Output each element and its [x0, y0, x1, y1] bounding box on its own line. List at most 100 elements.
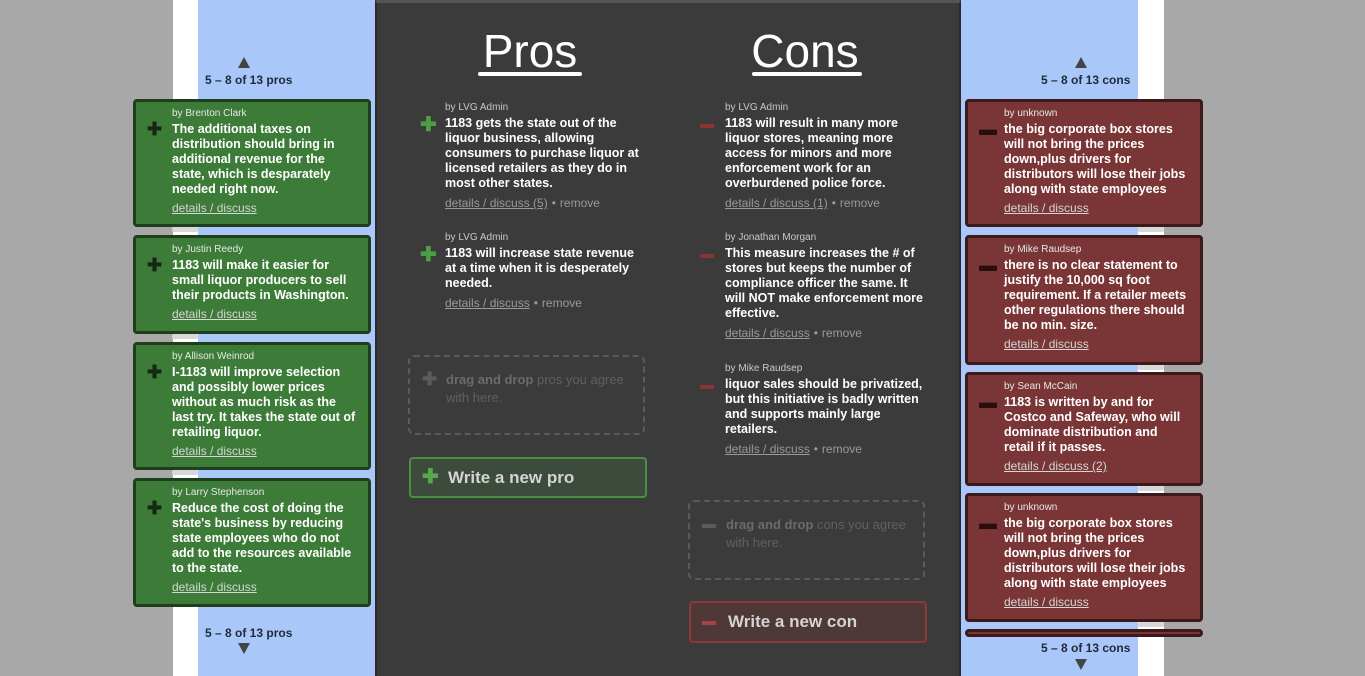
scroll-handle: [172, 470, 198, 475]
card-author: by Mike Raudsep: [1004, 244, 1082, 255]
details-discuss-link[interactable]: details / discuss (2): [1004, 459, 1107, 473]
con-card[interactable]: ▬ by Mike Raudsep there is no clear stat…: [965, 235, 1203, 365]
card-text: there is no clear statement to justify t…: [1004, 258, 1187, 332]
item-text: liquor sales should be privatized, but t…: [725, 377, 923, 436]
item-text: 1183 gets the state out of the liquor bu…: [445, 116, 639, 190]
scroll-handle: [172, 227, 198, 232]
card-text: Reduce the cost of doing the state's bus…: [172, 501, 352, 575]
plus-icon: ✚: [147, 119, 163, 139]
details-discuss-link[interactable]: details / discuss: [172, 444, 257, 458]
item-author: by LVG Admin: [445, 102, 509, 113]
scroll-handle: [1138, 622, 1164, 627]
pros-page-up-icon[interactable]: [238, 57, 250, 68]
minus-icon: [702, 621, 716, 625]
cons-pager-top: 5 – 8 of 13 cons: [1041, 73, 1131, 87]
card-author: by Allison Weinrod: [172, 351, 255, 362]
item-author: by LVG Admin: [725, 102, 789, 113]
board-con-item[interactable]: by LVG Admin 1183 will result in many mo…: [725, 102, 925, 210]
card-author: by Sean McCain: [1004, 381, 1078, 392]
plus-icon: ✚: [420, 244, 437, 266]
minus-icon: [700, 254, 714, 258]
con-card-next-partial: [965, 629, 1203, 637]
pro-card[interactable]: ✚ by Brenton Clark The additional taxes …: [133, 99, 371, 227]
minus-icon: [702, 524, 716, 528]
plus-icon: ✚: [147, 498, 163, 518]
details-discuss-link[interactable]: details / discuss: [445, 296, 530, 310]
plus-icon: ✚: [147, 255, 163, 275]
details-discuss-link[interactable]: details / discuss: [172, 201, 257, 215]
pro-card[interactable]: ✚ by Allison Weinrod I-1183 will improve…: [133, 342, 371, 470]
board-pro-item[interactable]: by LVG Admin 1183 gets the state out of …: [445, 102, 645, 210]
card-text: I-1183 will improve selection and possib…: [172, 365, 356, 439]
con-card[interactable]: ▬ by unknown the big corporate box store…: [965, 99, 1203, 227]
remove-link[interactable]: remove: [840, 196, 880, 210]
plus-icon: ✚: [147, 362, 163, 382]
details-discuss-link[interactable]: details / discuss: [1004, 595, 1089, 609]
card-text: the big corporate box stores will not br…: [1004, 516, 1186, 590]
separator: •: [533, 296, 538, 310]
minus-icon: [700, 124, 714, 128]
item-text: 1183 will result in many more liquor sto…: [725, 116, 898, 190]
card-text: the big corporate box stores will not br…: [1004, 122, 1186, 196]
cons-page-down-icon[interactable]: [1075, 659, 1087, 670]
scroll-handle: [1138, 365, 1164, 370]
card-author: by Justin Reedy: [172, 244, 244, 255]
card-author: by Brenton Clark: [172, 108, 247, 119]
item-text: This measure increases the # of stores b…: [725, 246, 923, 320]
con-card[interactable]: ▬ by Sean McCain 1183 is written by and …: [965, 372, 1203, 486]
cons-page-up-icon[interactable]: [1075, 57, 1087, 68]
cons-pager-bottom: 5 – 8 of 13 cons: [1041, 641, 1131, 655]
card-text: The additional taxes on distribution sho…: [172, 122, 335, 196]
plus-icon: ✚: [422, 466, 439, 488]
minus-icon: ▬: [979, 513, 997, 533]
separator: •: [831, 196, 836, 210]
details-discuss-link[interactable]: details / discuss: [172, 580, 257, 594]
drop-zone-strong: drag and drop: [726, 517, 814, 532]
pros-heading: Pros: [482, 25, 578, 77]
cons-heading-underline: [752, 72, 862, 76]
card-text: 1183 is written by and for Costco and Sa…: [1004, 395, 1181, 454]
pros-page-down-icon[interactable]: [238, 643, 250, 654]
remove-link[interactable]: remove: [822, 442, 862, 456]
details-discuss-link[interactable]: details / discuss: [172, 307, 257, 321]
plus-icon: ✚: [422, 369, 438, 389]
remove-link[interactable]: remove: [822, 326, 862, 340]
item-text: 1183 will increase state revenue at a ti…: [445, 246, 635, 290]
drop-zone-strong: drag and drop: [446, 372, 534, 387]
write-new-con-button[interactable]: Write a new con: [689, 601, 927, 643]
remove-link[interactable]: remove: [542, 296, 582, 310]
details-discuss-link[interactable]: details / discuss (5): [445, 196, 548, 210]
scroll-handle: [172, 334, 198, 339]
con-drop-zone[interactable]: drag and drop cons you agree with here.: [688, 500, 925, 580]
details-discuss-link[interactable]: details / discuss: [725, 326, 810, 340]
details-discuss-link[interactable]: details / discuss: [725, 442, 810, 456]
pros-pager-top: 5 – 8 of 13 pros: [205, 73, 293, 87]
card-text: 1183 will make it easier for small liquo…: [172, 258, 349, 302]
details-discuss-link[interactable]: details / discuss: [1004, 337, 1089, 351]
minus-icon: ▬: [979, 392, 997, 412]
separator: •: [813, 442, 818, 456]
scroll-handle: [1138, 227, 1164, 232]
write-new-pro-button[interactable]: ✚ Write a new pro: [409, 457, 647, 498]
card-author: by Larry Stephenson: [172, 487, 265, 498]
board-con-item[interactable]: by Mike Raudsep liquor sales should be p…: [725, 363, 925, 456]
board-con-item[interactable]: by Jonathan Morgan This measure increase…: [725, 232, 925, 340]
pros-heading-underline: [478, 72, 582, 76]
minus-icon: ▬: [979, 255, 997, 275]
details-discuss-link[interactable]: details / discuss (1): [725, 196, 828, 210]
board-pro-item[interactable]: by LVG Admin 1183 will increase state re…: [445, 232, 645, 310]
write-new-con-label: Write a new con: [728, 612, 858, 631]
plus-icon: ✚: [420, 114, 437, 136]
pro-card[interactable]: ✚ by Larry Stephenson Reduce the cost of…: [133, 478, 371, 607]
item-author: by Jonathan Morgan: [725, 232, 817, 243]
con-card[interactable]: ▬ by unknown the big corporate box store…: [965, 493, 1203, 622]
card-author: by unknown: [1004, 502, 1058, 513]
scroll-handle: [1138, 486, 1164, 491]
details-discuss-link[interactable]: details / discuss: [1004, 201, 1089, 215]
pro-card[interactable]: ✚ by Justin Reedy 1183 will make it easi…: [133, 235, 371, 334]
remove-link[interactable]: remove: [560, 196, 600, 210]
separator: •: [813, 326, 818, 340]
pro-drop-zone[interactable]: ✚ drag and drop pros you agree with here…: [408, 355, 645, 435]
cons-heading: Cons: [751, 25, 859, 77]
separator: •: [551, 196, 556, 210]
